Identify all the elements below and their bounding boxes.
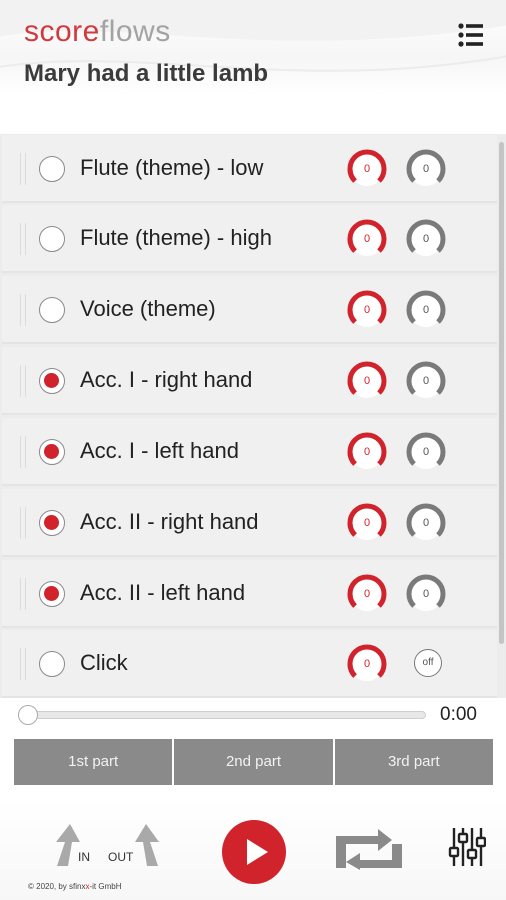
menu-icon xyxy=(458,23,483,47)
volume-knob[interactable]: 0 xyxy=(346,360,388,402)
copyright-prefix: © 2020, by sfinx xyxy=(28,882,86,891)
pan-knob[interactable]: 0 xyxy=(405,573,447,615)
volume-knob[interactable]: 0 xyxy=(346,431,388,473)
pan-knob[interactable]: 0 xyxy=(405,289,447,331)
out-label: OUT xyxy=(108,850,134,864)
progress-slider-thumb[interactable] xyxy=(18,705,38,725)
track-select-radio[interactable] xyxy=(39,226,65,252)
volume-value: 0 xyxy=(363,233,371,245)
track-select-radio[interactable] xyxy=(39,297,65,323)
app-logo: scoreflows xyxy=(24,14,171,50)
pan-knob[interactable]: 0 xyxy=(405,502,447,544)
parts-bar: 1st part 2nd part 3rd part xyxy=(14,739,493,785)
track-row[interactable]: Acc. I - right hand 0 0 xyxy=(2,347,497,415)
progress-slider[interactable] xyxy=(24,711,426,719)
volume-value: 0 xyxy=(363,304,371,316)
drag-handle-icon[interactable] xyxy=(20,507,26,539)
track-row[interactable]: Acc. I - left hand 0 0 xyxy=(2,418,497,486)
pan-value: 0 xyxy=(422,517,430,529)
volume-knob[interactable]: 0 xyxy=(346,218,388,260)
volume-knob[interactable]: 0 xyxy=(346,573,388,615)
in-out-button[interactable]: IN OUT xyxy=(50,820,166,872)
in-out-arrows-icon xyxy=(56,824,159,866)
track-row[interactable]: Flute (theme) - low 0 0 xyxy=(2,135,497,203)
track-label: Acc. I - right hand xyxy=(80,367,253,392)
part-button-3[interactable]: 3rd part xyxy=(334,739,493,785)
pan-value: 0 xyxy=(422,163,430,175)
out-arrow-icon xyxy=(135,824,159,866)
track-label: Flute (theme) - low xyxy=(80,155,264,180)
drag-handle-icon[interactable] xyxy=(20,648,26,680)
song-title: Mary had a little lamb xyxy=(24,60,269,87)
volume-knob[interactable]: 0 xyxy=(346,289,388,331)
logo-text-score: score xyxy=(24,15,100,48)
pan-value: 0 xyxy=(422,588,430,600)
track-label: Acc. I - left hand xyxy=(80,438,239,463)
track-select-radio[interactable] xyxy=(39,368,65,394)
volume-value: 0 xyxy=(363,163,371,175)
part-button-2[interactable]: 2nd part xyxy=(174,739,333,785)
track-list-scrollbar[interactable] xyxy=(499,142,504,644)
menu-button[interactable] xyxy=(456,20,486,50)
drag-handle-icon[interactable] xyxy=(20,436,26,468)
logo-text-flows: flows xyxy=(99,15,171,48)
play-icon xyxy=(247,839,268,865)
pan-value: 0 xyxy=(422,304,430,316)
pan-knob[interactable]: 0 xyxy=(405,431,447,473)
pan-value: 0 xyxy=(422,446,430,458)
volume-value: 0 xyxy=(363,658,371,670)
track-row[interactable]: Click 0 off xyxy=(2,630,497,698)
track-label: Click xyxy=(80,650,128,675)
track-row[interactable]: Acc. II - left hand 0 0 xyxy=(2,560,497,628)
play-button[interactable] xyxy=(222,820,286,884)
volume-knob[interactable]: 0 xyxy=(346,148,388,190)
header: scoreflows Mary had a little lamb xyxy=(0,0,506,96)
volume-value: 0 xyxy=(363,446,371,458)
pan-knob[interactable]: 0 xyxy=(405,218,447,260)
pan-knob[interactable]: 0 xyxy=(405,360,447,402)
volume-value: 0 xyxy=(363,517,371,529)
copyright-text: © 2020, by sfinxx-it GmbH xyxy=(28,882,121,891)
track-select-radio[interactable] xyxy=(39,439,65,465)
loop-icon xyxy=(336,829,402,870)
track-row[interactable]: Acc. II - right hand 0 0 xyxy=(2,489,497,557)
track-label: Voice (theme) xyxy=(80,296,216,321)
volume-knob[interactable]: 0 xyxy=(346,643,388,685)
drag-handle-icon[interactable] xyxy=(20,223,26,255)
loop-button[interactable] xyxy=(334,826,404,870)
drag-handle-icon[interactable] xyxy=(20,578,26,610)
in-label: IN xyxy=(78,850,90,864)
click-toggle-button[interactable]: off xyxy=(414,649,442,677)
mixer-icon xyxy=(448,828,487,866)
track-row[interactable]: Flute (theme) - high 0 0 xyxy=(2,205,497,273)
drag-handle-icon[interactable] xyxy=(20,365,26,397)
copyright-suffix: -it GmbH xyxy=(89,882,122,891)
volume-value: 0 xyxy=(363,375,371,387)
part-button-1[interactable]: 1st part xyxy=(14,739,173,785)
in-arrow-icon xyxy=(56,824,80,866)
track-select-radio[interactable] xyxy=(39,510,65,536)
track-select-radio[interactable] xyxy=(39,581,65,607)
volume-value: 0 xyxy=(363,588,371,600)
track-select-radio[interactable] xyxy=(39,651,65,677)
volume-knob[interactable]: 0 xyxy=(346,502,388,544)
track-label: Flute (theme) - high xyxy=(80,225,272,250)
pan-value: 0 xyxy=(422,233,430,245)
drag-handle-icon[interactable] xyxy=(20,153,26,185)
pan-knob[interactable]: 0 xyxy=(405,148,447,190)
mixer-button[interactable] xyxy=(448,826,487,868)
pan-value: 0 xyxy=(422,375,430,387)
track-label: Acc. II - left hand xyxy=(80,580,246,605)
track-label: Acc. II - right hand xyxy=(80,509,259,534)
drag-handle-icon[interactable] xyxy=(20,294,26,326)
track-select-radio[interactable] xyxy=(39,156,65,182)
track-row[interactable]: Voice (theme) 0 0 xyxy=(2,276,497,344)
time-display: 0:00 xyxy=(440,704,477,725)
